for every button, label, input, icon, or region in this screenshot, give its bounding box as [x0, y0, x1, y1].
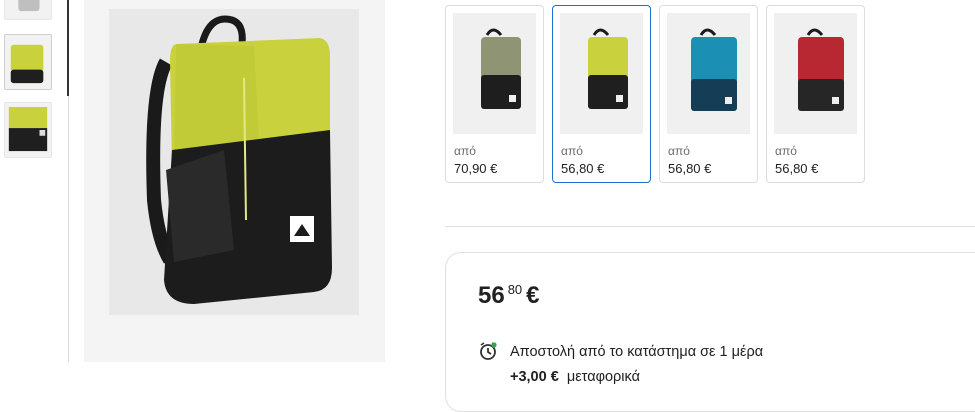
variant-price: 56,80 € — [668, 161, 712, 176]
variant-from-label: από — [561, 144, 583, 158]
clock-icon — [480, 342, 497, 360]
variant-image — [667, 13, 750, 134]
variant-price: 70,90 € — [454, 161, 498, 176]
shipping-fee-amount: +3,00 € — [510, 369, 559, 385]
variant-price: 56,80 € — [561, 161, 605, 176]
variant-from-label: από — [775, 144, 797, 158]
variant-card-red[interactable]: από 56,80 € — [766, 5, 865, 183]
variant-price: 56,80 € — [775, 161, 819, 176]
variant-card-blue[interactable]: από 56,80 € — [659, 5, 758, 183]
shipping-fee: +3,00 € μεταφορικά — [510, 369, 640, 385]
variant-image — [453, 13, 536, 134]
variant-from-label: από — [454, 144, 476, 158]
section-divider — [445, 226, 975, 227]
product-price: 56 80 € — [478, 282, 540, 310]
variant-card-yellow[interactable]: από 56,80 € — [552, 5, 651, 183]
shipping-fee-label: μεταφορικά — [566, 369, 640, 385]
price-integer: 56 — [478, 282, 505, 309]
shipping-info: Αποστολή από το κατάστημα σε 1 μέρα — [510, 344, 764, 360]
thumbnail-active-marker — [67, 0, 69, 96]
price-decimals: 80 — [507, 282, 523, 297]
thumbnail-2[interactable] — [4, 34, 52, 90]
price-currency: € — [526, 282, 540, 309]
variant-image — [560, 13, 643, 134]
price-box: 56 80 € Αποστολή από το κατάστημα σε 1 μέρ… — [445, 252, 975, 412]
variant-image — [774, 13, 857, 134]
backpack-image — [146, 15, 332, 304]
main-product-image[interactable] — [84, 0, 385, 362]
thumbnail-3[interactable] — [4, 102, 52, 158]
thumbnail-1[interactable] — [4, 0, 52, 20]
variant-from-label: από — [668, 144, 690, 158]
variant-card-olive[interactable]: από 70,90 € — [445, 5, 544, 183]
